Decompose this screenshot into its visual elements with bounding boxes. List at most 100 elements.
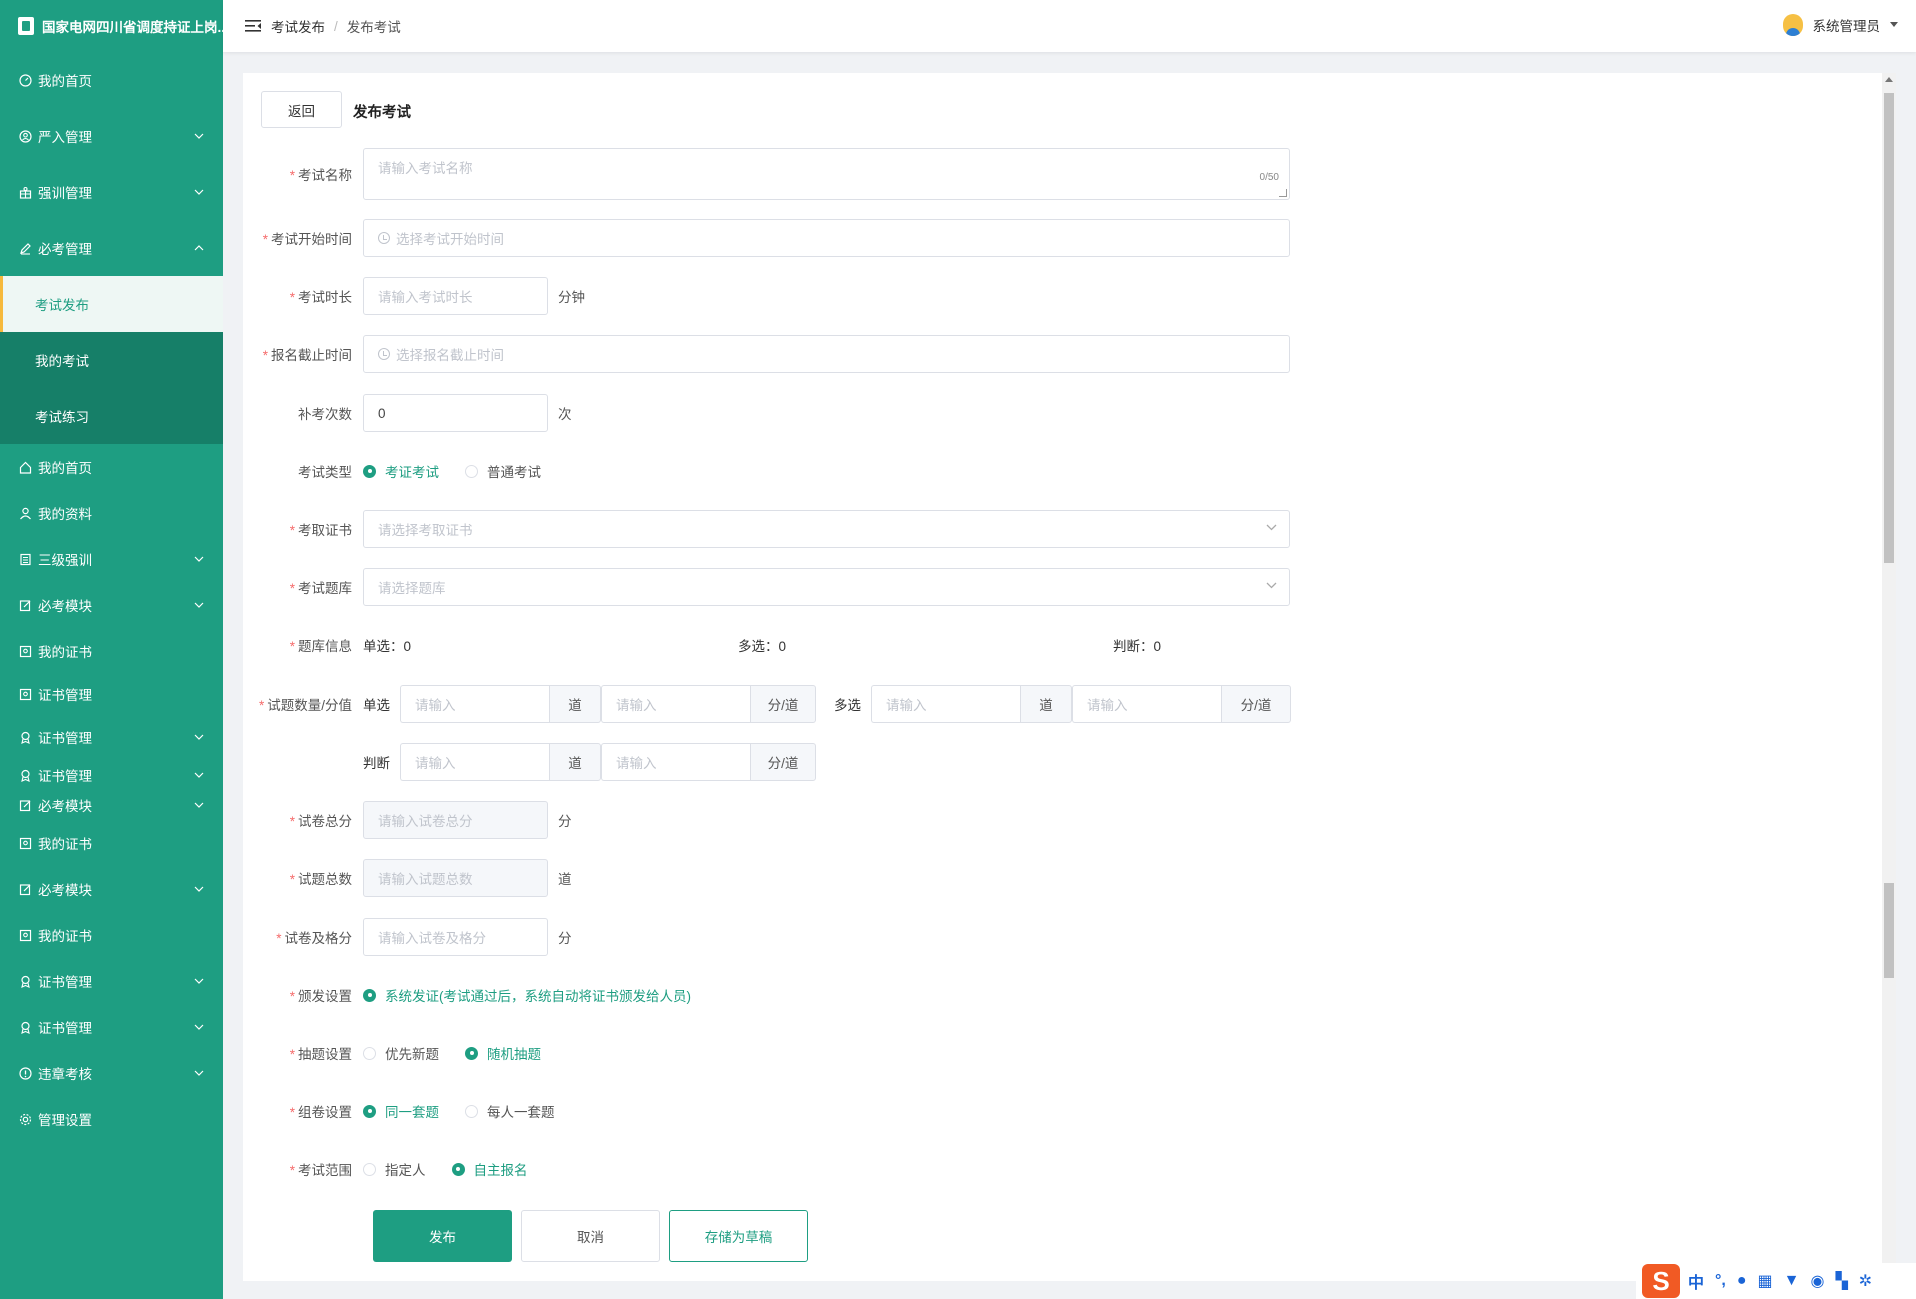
- radio-designated[interactable]: 指定人: [363, 1159, 426, 1179]
- radio-self-register[interactable]: 自主报名: [451, 1159, 528, 1179]
- pass-score-label: 试卷及格分: [284, 931, 353, 946]
- sidebar-item-label: 我的首页: [38, 74, 92, 89]
- pass-score-unit: 分: [558, 931, 572, 946]
- robot-icon[interactable]: ◉: [1811, 1271, 1825, 1291]
- apps-icon[interactable]: ▚: [1835, 1271, 1847, 1291]
- sogou-logo-icon[interactable]: S: [1642, 1264, 1680, 1298]
- ime-toolbar: S 中 °, ● ▦ ▼ ◉ ▚ ✲: [1636, 1263, 1916, 1299]
- ime-chinese-mode[interactable]: 中: [1688, 1269, 1704, 1293]
- radio-normal-exam[interactable]: 普通考试: [465, 461, 541, 481]
- certificate-label: 考取证书: [298, 523, 352, 538]
- sidebar-item[interactable]: 必考模块: [0, 866, 223, 912]
- sidebar-item[interactable]: 我的证书: [0, 628, 223, 674]
- save-draft-button[interactable]: 存储为草稿: [669, 1210, 808, 1262]
- sidebar-subitem[interactable]: 考试发布: [0, 276, 223, 332]
- certificate-icon: [18, 928, 32, 942]
- duration-label: 考试时长: [298, 290, 352, 305]
- sidebar-item[interactable]: 必考管理: [0, 220, 223, 276]
- app-title: 国家电网四川省调度持证上岗...: [42, 20, 223, 35]
- sidebar-item[interactable]: 三级强训: [0, 536, 223, 582]
- breadcrumb-item[interactable]: 考试发布: [271, 16, 325, 36]
- chevron-down-icon: [193, 599, 205, 611]
- sidebar-subitem[interactable]: 我的考试: [0, 332, 223, 388]
- sidebar-item-label: 证书管理: [38, 731, 92, 746]
- multi-count-input[interactable]: 请输入: [871, 685, 1020, 723]
- total-questions-input: 请输入试题总数: [363, 859, 548, 897]
- multi-score-input[interactable]: 请输入: [1072, 685, 1221, 723]
- judge-count-input[interactable]: 请输入: [400, 743, 549, 781]
- cancel-button[interactable]: 取消: [521, 1210, 660, 1262]
- sidebar-item[interactable]: 我的证书: [0, 912, 223, 958]
- exam-name-textarea[interactable]: 请输入考试名称 0/50: [363, 148, 1290, 200]
- sidebar-item[interactable]: 证书管理: [0, 958, 223, 1004]
- single-label: 单选: [363, 698, 390, 713]
- radio-random[interactable]: 随机抽题: [465, 1043, 541, 1063]
- radio-same-set[interactable]: 同一套题: [363, 1101, 439, 1121]
- edit-box-icon: [18, 598, 32, 612]
- sidebar-item[interactable]: 我的资料: [0, 490, 223, 536]
- question-bank-select[interactable]: 请选择题库: [363, 568, 1290, 606]
- document-icon: [18, 552, 32, 566]
- sidebar-item[interactable]: 证书管理: [0, 1004, 223, 1050]
- sidebar-subitem[interactable]: 考试练习: [0, 388, 223, 444]
- certificate-icon: [18, 644, 32, 658]
- sidebar-item-label: 我的证书: [38, 837, 92, 852]
- sidebar-item[interactable]: 证书管理: [0, 760, 223, 790]
- publish-button[interactable]: 发布: [373, 1210, 512, 1262]
- resize-handle[interactable]: [1279, 189, 1287, 197]
- vertical-scrollbar[interactable]: [1882, 73, 1896, 1281]
- sidebar-item[interactable]: 强训管理: [0, 164, 223, 220]
- certificate-select[interactable]: 请选择考取证书: [363, 510, 1290, 548]
- start-time-picker[interactable]: 选择考试开始时间: [363, 219, 1290, 257]
- scroll-thumb[interactable]: [1884, 93, 1894, 563]
- skin-icon[interactable]: ▼: [1784, 1272, 1800, 1290]
- badge-icon: [18, 1020, 32, 1034]
- exam-type-label: 考试类型: [298, 465, 352, 480]
- user-menu[interactable]: 系统管理员: [1782, 14, 1898, 36]
- single-count-input[interactable]: 请输入: [400, 685, 549, 723]
- placeholder: 请输入: [1087, 698, 1128, 713]
- score-unit: 分/道: [1221, 685, 1291, 723]
- clock-icon: [378, 232, 390, 244]
- duration-input[interactable]: 请输入考试时长: [363, 277, 548, 315]
- pass-score-input[interactable]: 请输入试卷及格分: [363, 918, 548, 956]
- app-brand[interactable]: 国家电网四川省调度持证上岗...: [0, 0, 223, 52]
- mic-icon[interactable]: ●: [1737, 1272, 1747, 1290]
- sidebar-item[interactable]: 管理设置: [0, 1096, 223, 1142]
- scroll-thumb[interactable]: [1884, 883, 1894, 978]
- avatar: [1782, 14, 1803, 36]
- radio-cert-exam[interactable]: 考证考试: [363, 461, 439, 481]
- sidebar-item[interactable]: 我的首页: [0, 444, 223, 490]
- scope-label: 考试范围: [298, 1163, 352, 1178]
- retake-input[interactable]: 0: [363, 394, 548, 432]
- sidebar-item[interactable]: 我的首页: [0, 52, 223, 108]
- keyboard-icon[interactable]: ▦: [1758, 1271, 1773, 1291]
- deadline-picker[interactable]: 选择报名截止时间: [363, 335, 1290, 373]
- sidebar-item-label: 证书管理: [38, 688, 92, 703]
- punctuation-icon[interactable]: °,: [1715, 1272, 1726, 1290]
- sidebar-item[interactable]: 违章考核: [0, 1050, 223, 1096]
- menu-fold-icon[interactable]: [245, 19, 261, 33]
- settings-icon[interactable]: ✲: [1859, 1271, 1872, 1291]
- scroll-up-icon[interactable]: [1885, 77, 1893, 82]
- radio-new-first[interactable]: 优先新题: [363, 1043, 439, 1063]
- duration-unit: 分钟: [558, 290, 585, 305]
- sidebar-item[interactable]: 证书管理: [0, 714, 223, 760]
- radio-per-person[interactable]: 每人一套题: [465, 1101, 555, 1121]
- sidebar-item[interactable]: 我的证书: [0, 820, 223, 866]
- badge-icon: [18, 730, 32, 744]
- back-button[interactable]: 返回: [261, 91, 342, 128]
- judge-score-input[interactable]: 请输入: [601, 743, 750, 781]
- breadcrumb: 考试发布 / 发布考试: [271, 16, 401, 36]
- count-unit: 道: [1020, 685, 1072, 723]
- bank-info-label: 题库信息: [298, 639, 352, 654]
- char-count: 0/50: [1259, 172, 1279, 183]
- sidebar-item[interactable]: 证书管理: [0, 674, 223, 714]
- sidebar-item-label: 我的首页: [38, 461, 92, 476]
- retake-label: 补考次数: [298, 407, 352, 422]
- radio-system-issue[interactable]: 系统发证(考试通过后，系统自动将证书颁发给人员): [363, 985, 691, 1005]
- sidebar-item[interactable]: 必考模块: [0, 582, 223, 628]
- sidebar-item[interactable]: 必考模块: [0, 790, 223, 820]
- single-score-input[interactable]: 请输入: [601, 685, 750, 723]
- sidebar-item[interactable]: 严入管理: [0, 108, 223, 164]
